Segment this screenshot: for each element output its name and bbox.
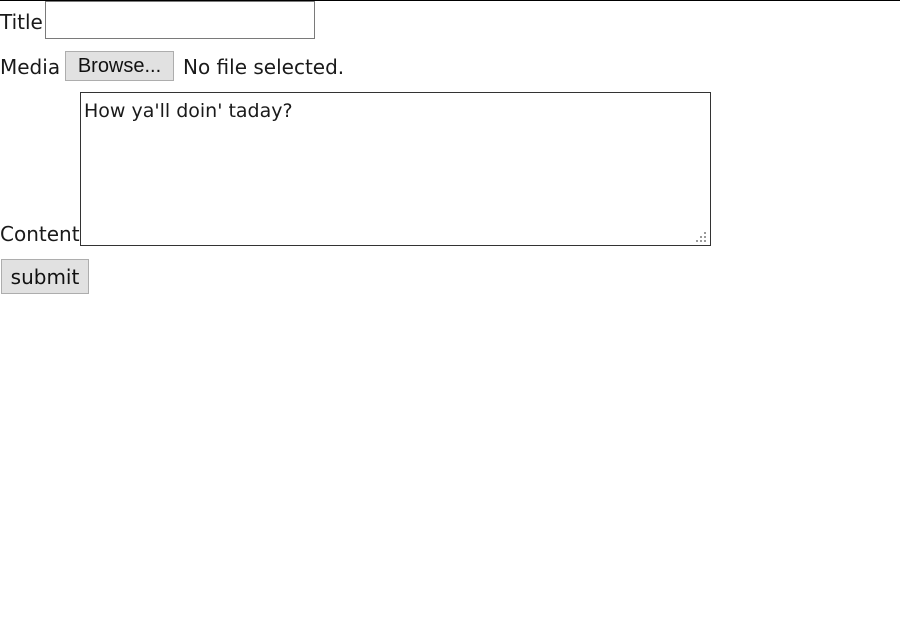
media-label: Media [0,55,61,79]
title-label: Title [0,10,43,34]
resize-grip-icon[interactable] [694,230,708,244]
content-textarea[interactable]: How ya'll doin' taday? [80,92,711,246]
file-status-text: No file selected. [183,55,345,79]
submit-button[interactable]: submit [1,259,89,294]
browse-button[interactable]: Browse... [65,51,174,81]
title-input[interactable] [45,1,315,39]
content-label: Content [0,222,80,246]
